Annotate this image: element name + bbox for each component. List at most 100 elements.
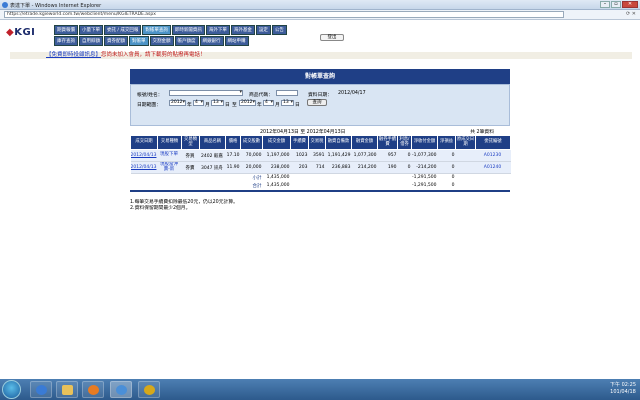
nav-item[interactable]: 對帳單查詢 [142,25,171,35]
clock-time: 下午 02:25 [610,382,636,388]
table-cell: 券買 [181,149,200,162]
media-player-taskbar-icon[interactable] [82,381,104,398]
table-cell: 1,197,000 [262,149,291,162]
nav-item[interactable]: 網銀銀行 [199,36,224,46]
from-month-select[interactable]: 4 [193,100,204,106]
column-header[interactable]: 成交日期 [130,135,158,150]
data-date-value: 2012/04/17 [338,91,366,96]
nav-item[interactable]: 期貨報價 [54,25,78,35]
column-header[interactable]: 交易稅 [308,135,326,150]
table-cell[interactable]: 2012/04/13 [130,161,158,174]
nav-item[interactable]: 公告 [271,25,287,35]
statement-panel: 對帳單查詢 帳號/姓名： 商品代碼： 資料日期： 2012/04/17 日期範圍… [130,69,511,192]
column-header[interactable]: 原成交日期 [455,135,476,150]
column-header[interactable]: 淨損益 [437,135,456,150]
column-header[interactable]: 融券手續費 [377,135,398,150]
to-day-select[interactable]: 13 [281,100,294,106]
summary-cell [397,181,412,190]
nav-item[interactable]: 對帳單 [129,36,149,46]
summary-cell [475,181,511,190]
panel-title: 對帳單查詢 [130,69,510,84]
ie-icon [2,2,8,8]
summary-row: 小計 1,435,000 -1,291,500 0 [130,173,511,182]
table-cell: 11.90 [225,161,241,174]
table-cell: 1023 [290,149,309,162]
table-cell: 714 [308,161,326,174]
table-cell: 0 [397,149,412,162]
column-header[interactable]: 價格 [225,135,241,150]
table-cell: A01230 [475,149,511,162]
nav-item[interactable]: 設定 [255,25,271,35]
to-year-select[interactable]: 2012 [239,100,256,106]
summary-cell: 0 [437,181,456,190]
column-header[interactable]: 淨收付金額 [411,135,438,150]
nav-item[interactable]: 資券配額 [104,36,128,46]
column-header[interactable]: 利息/借券 [397,135,412,150]
table-row[interactable]: 2012/04/13 現股下單 券買 2402 毅嘉 17.10 70,000 1,197,… [130,149,511,162]
table-header-row: 成交日期 交易種類 交易類型 商品名稱 價格 成交股數 成交金額 手續費 交易稅 融資自備款 融資金… [130,135,511,150]
nav-item[interactable]: 海外下單 [205,25,230,35]
nav-item[interactable]: 帳戶額度 [174,36,199,46]
announcement-banner: 【免費即時投顧訊息】您尚未加入會員，請下載剪的貼撥再電話！ [10,52,632,59]
column-header[interactable]: 成交股數 [240,135,263,150]
nav-item[interactable]: 小量下單 [79,25,103,35]
table-row[interactable]: 2012/04/13 現股當沖賣-新 券賣 3047 訊舟 11.90 20,000 238… [130,161,511,174]
nav-item[interactable]: 委託 / 成交回報 [104,25,142,35]
range-text: 2012年04月13日 至 2012年04月13日 [260,130,346,135]
maximize-button[interactable]: ▫ [611,1,621,8]
top-navigation: 期貨報價 小量下單 委託 / 成交回報 對帳單查詢 即時新聞資訊 海外下單 海外基金 設定 公告… [54,25,304,47]
from-year-select[interactable]: 2012 [169,100,186,106]
column-header[interactable]: 融資自備款 [325,135,352,150]
summary-cell [377,181,398,190]
free-advisory-link[interactable]: 【免費即時投顧訊息】 [46,52,101,58]
from-day-select[interactable]: 13 [211,100,224,106]
column-header[interactable]: 成交金額 [262,135,291,150]
month-unit: 月 [275,103,280,108]
to-month-select[interactable]: 4 [263,100,274,106]
logout-button[interactable]: 登出 [320,34,344,41]
column-header[interactable]: 融資金額 [351,135,378,150]
day-unit: 日 [225,103,230,108]
column-header[interactable]: 交易種類 [157,135,182,150]
summary-row: 合計 1,435,000 -1,291,500 0 [130,181,511,190]
close-button[interactable]: ✕ [622,1,638,8]
summary-cell [157,173,182,182]
query-button[interactable]: 查詢 [307,99,327,106]
footnotes: 1.每筆交易手續費扣除最低20元，仍以20元計算。 2.資料保留期間最少2個月。 [130,200,238,212]
summary-cell: 0 [437,173,456,182]
column-header[interactable]: 委託編號 [475,135,511,150]
nav-item[interactable]: 庫存查詢 [54,36,78,46]
account-select[interactable] [169,90,243,96]
column-header[interactable]: 商品名稱 [199,135,226,150]
table-cell[interactable]: 2012/04/13 [130,149,158,162]
ie-taskbar-icon[interactable] [30,381,52,398]
clock[interactable]: 下午 02:25 101/04/18 [610,382,636,396]
ie-active-window-icon[interactable] [110,381,132,398]
month-unit: 月 [205,103,210,108]
explorer-taskbar-icon[interactable] [56,381,78,398]
minimize-button[interactable]: – [600,1,610,8]
summary-cell: 小計 [240,173,263,182]
column-header[interactable]: 手續費 [290,135,309,150]
nav-item[interactable]: 海外基金 [230,25,255,35]
summary-cell [475,173,511,182]
footnote: 2.資料保留期間最少2個月。 [130,206,191,211]
table-cell: 3047 訊舟 [199,161,226,174]
app-taskbar-icon[interactable] [138,381,160,398]
table-cell: 2402 毅嘉 [199,149,226,162]
stock-code-input[interactable] [276,90,298,96]
summary-cell [325,173,352,182]
summary-cell [130,181,158,190]
nav-item[interactable]: 網站申購 [224,36,249,46]
start-button[interactable] [2,380,21,399]
summary-cell [130,173,158,182]
url-input[interactable]: https://etrade.kgieworld.com.tw/webclien… [4,11,564,18]
summary-cell [290,173,309,182]
nav-item[interactable]: 即時新聞資訊 [171,25,205,35]
refresh-icon[interactable]: ⟳ ✕ [626,11,636,17]
nav-item[interactable]: 交割金額 [149,36,174,46]
summary-cell [199,173,226,182]
column-header[interactable]: 交易類型 [181,135,200,150]
nav-item[interactable]: 自用餘額 [79,36,103,46]
data-date-label: 資料日期： [308,93,332,98]
